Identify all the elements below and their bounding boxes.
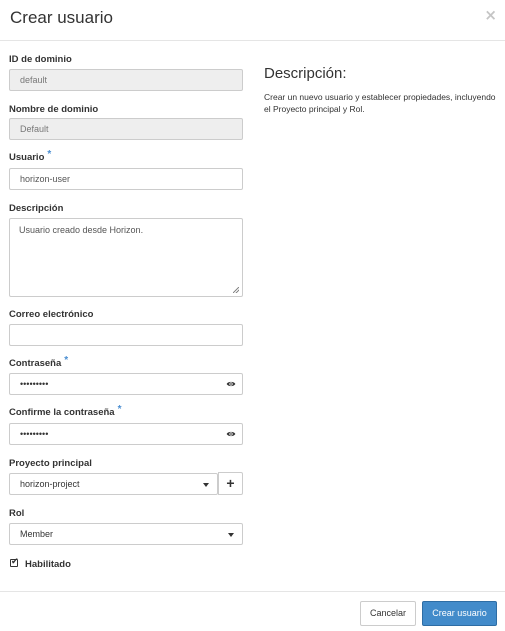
- required-marker: *: [117, 404, 122, 415]
- primary-project-label: Proyecto principal: [9, 458, 92, 469]
- eye-icon[interactable]: [226, 429, 236, 439]
- help-text: Crear un nuevo usuario y establecer prop…: [264, 92, 496, 114]
- required-marker: *: [47, 149, 52, 160]
- modal-title: Crear usuario: [10, 8, 113, 27]
- email-input[interactable]: [9, 324, 243, 346]
- eye-icon[interactable]: [226, 379, 236, 389]
- confirm-password-input[interactable]: •••••••••: [9, 423, 243, 445]
- check-icon: ✔: [11, 556, 19, 566]
- password-label-text: Contraseña: [9, 358, 62, 369]
- description-textarea[interactable]: Usuario creado desde Horizon.: [9, 218, 243, 297]
- create-user-button[interactable]: Crear usuario: [422, 601, 497, 626]
- confirm-password-label-text: Confirme la contraseña: [9, 407, 115, 418]
- required-marker: *: [64, 355, 69, 366]
- add-project-button[interactable]: +: [218, 472, 243, 495]
- close-icon[interactable]: ×: [484, 6, 497, 24]
- user-label: Usuario *: [9, 149, 52, 163]
- enabled-label: Habilitado: [25, 559, 71, 570]
- description-text: Usuario creado desde Horizon.: [19, 225, 144, 235]
- password-value: •••••••••: [20, 379, 49, 389]
- role-select[interactable]: Member: [9, 523, 243, 545]
- primary-project-select[interactable]: horizon-project: [9, 473, 218, 495]
- user-label-text: Usuario: [9, 152, 45, 163]
- cancel-button[interactable]: Cancelar: [360, 601, 416, 626]
- domain-id-label: ID de dominio: [9, 54, 72, 65]
- email-label: Correo electrónico: [9, 309, 94, 320]
- confirm-password-value: •••••••••: [20, 429, 49, 439]
- modal-header: Crear usuario ×: [0, 0, 505, 41]
- password-label: Contraseña *: [9, 355, 69, 369]
- role-value: Member: [20, 529, 54, 539]
- chevron-down-icon: [228, 533, 234, 537]
- user-input[interactable]: horizon-user: [9, 168, 243, 190]
- chevron-down-icon: [203, 483, 209, 487]
- domain-name-label: Nombre de dominio: [9, 104, 99, 115]
- domain-id-field: default: [9, 69, 243, 91]
- password-input[interactable]: •••••••••: [9, 373, 243, 395]
- role-label: Rol: [9, 508, 25, 519]
- confirm-password-label: Confirme la contraseña *: [9, 404, 122, 418]
- primary-project-value: horizon-project: [20, 479, 80, 489]
- help-title: Descripción:: [264, 65, 347, 82]
- domain-name-field: Default: [9, 118, 243, 140]
- description-label: Descripción: [9, 203, 64, 214]
- enabled-checkbox[interactable]: ✔: [10, 556, 19, 567]
- resize-grip-icon[interactable]: [233, 287, 239, 293]
